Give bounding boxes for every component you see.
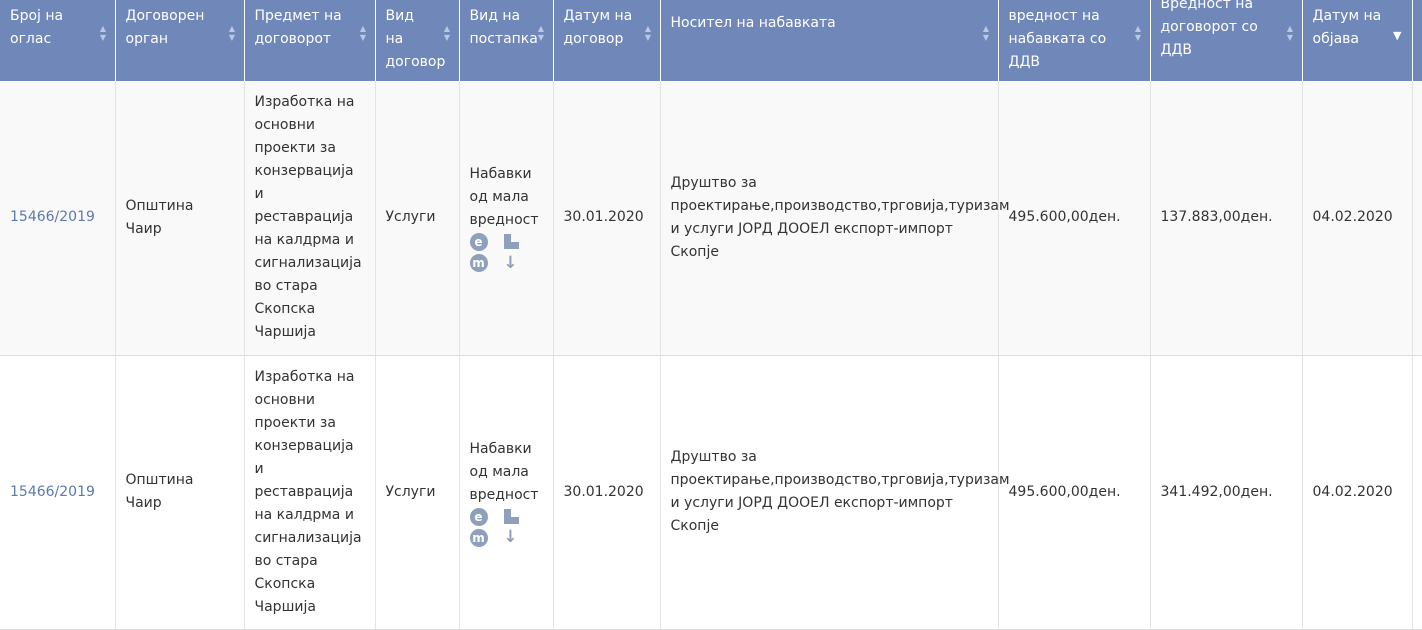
col-header-number-label: Број на оглас (10, 8, 64, 47)
sort-icon[interactable]: ▲ ▼ (99, 24, 108, 42)
cell-number: 15466/2019 (0, 81, 116, 356)
sort-desc-icon[interactable]: ▼ (1393, 24, 1401, 47)
e-icon[interactable]: e (469, 507, 488, 526)
table-row: 15466/2019 Општина Чаир Изработка на осн… (0, 81, 1422, 356)
col-header-authority[interactable]: Договорен орган ▲ ▼ (115, 0, 245, 81)
cell-publish-date: 04.02.2020 (1302, 81, 1413, 356)
col-header-contract-type-label: Вид на договор (385, 8, 446, 70)
m-icon[interactable]: m (469, 254, 488, 273)
sort-icon[interactable]: ▲ ▼ (359, 24, 368, 42)
download-icon[interactable]: ↓ (502, 527, 520, 547)
cell-contract-date: 30.01.2020 (553, 81, 661, 356)
col-header-contract-value-label: Вредност на договорот со ДДВ (1160, 0, 1258, 58)
sort-icon[interactable]: ▲ ▼ (228, 24, 237, 42)
cell-procedure: Набавки од мала вредност e m ↓ (459, 81, 554, 356)
e-icon[interactable]: e (469, 233, 488, 252)
cell-supplier: Друштво за проектирање,производство,трго… (660, 81, 1010, 356)
cell-contract-type: Услуги (375, 81, 460, 356)
cell-supplier: Друштво за проектирање,производство,трго… (660, 355, 1010, 630)
procedure-label: Набавки од мала вредност (469, 440, 539, 503)
col-header-subject-label: Предмет на договорот (254, 8, 342, 47)
col-header-supplier-label: Носител на набавката (670, 15, 836, 31)
download-icon[interactable]: ↓ (502, 253, 520, 273)
procedure-icons: e m ↓ (469, 507, 543, 547)
corner-icon[interactable] (502, 233, 520, 251)
procedure-icons: e m ↓ (469, 233, 543, 273)
col-header-publish-date[interactable]: Датум на објава ▼ (1302, 0, 1413, 81)
cell-extra (1412, 355, 1422, 630)
col-header-estimated-value-label: вредност на набавката со ДДВ (1008, 8, 1107, 70)
cell-publish-date: 04.02.2020 (1302, 355, 1413, 630)
col-header-procedure[interactable]: Вид на постапка ▲ ▼ (459, 0, 554, 81)
table-header-row: Број на оглас ▲ ▼ Договорен орган ▲ ▼ Пред… (0, 0, 1422, 81)
col-header-contract-type[interactable]: Вид на договор ▲ ▼ (375, 0, 460, 81)
col-header-estimated-value[interactable]: вредност на набавката со ДДВ ▲ ▼ (998, 0, 1151, 81)
col-header-extra (1412, 0, 1422, 81)
col-header-contract-date[interactable]: Датум на договор ▲ ▼ (553, 0, 661, 81)
col-header-contract-date-label: Датум на договор (563, 8, 633, 47)
table-row: 15466/2019 Општина Чаир Изработка на осн… (0, 355, 1422, 630)
corner-icon[interactable] (502, 508, 520, 526)
col-header-procedure-label: Вид на постапка (469, 8, 538, 47)
cell-contract-value: 137.883,00ден. (1150, 81, 1303, 356)
tender-number-link[interactable]: 15466/2019 (10, 484, 95, 500)
sort-icon[interactable]: ▲ ▼ (1134, 24, 1143, 42)
cell-contract-type: Услуги (375, 355, 460, 630)
cell-procedure: Набавки од мала вредност e m ↓ (459, 355, 554, 630)
cell-authority: Општина Чаир (115, 81, 245, 356)
cell-subject: Изработка на основни проекти за конзерва… (244, 81, 376, 356)
cell-contract-date: 30.01.2020 (553, 355, 661, 630)
col-header-publish-date-label: Датум на објава (1312, 8, 1382, 47)
m-icon[interactable]: m (469, 528, 488, 547)
col-header-subject[interactable]: Предмет на договорот ▲ ▼ (244, 0, 376, 81)
cell-estimated-value: 495.600,00ден. (998, 81, 1151, 356)
cell-subject: Изработка на основни проекти за конзерва… (244, 355, 376, 630)
col-header-supplier[interactable]: Носител на набавката ▲ ▼ (660, 0, 999, 81)
cell-number: 15466/2019 (0, 355, 116, 630)
col-header-contract-value[interactable]: Вредност на договорот со ДДВ ▲ ▼ (1150, 0, 1303, 81)
col-header-number[interactable]: Број на оглас ▲ ▼ (0, 0, 116, 81)
sort-icon[interactable]: ▲ ▼ (1286, 24, 1295, 42)
cell-contract-value: 341.492,00ден. (1150, 355, 1303, 630)
tenders-table: Број на оглас ▲ ▼ Договорен орган ▲ ▼ Пред… (0, 0, 1422, 630)
tender-number-link[interactable]: 15466/2019 (10, 209, 95, 225)
sort-icon[interactable]: ▲ ▼ (443, 24, 452, 42)
cell-extra (1412, 81, 1422, 356)
sort-icon[interactable]: ▲ ▼ (982, 24, 991, 42)
cell-estimated-value: 495.600,00ден. (998, 355, 1151, 630)
sort-icon[interactable]: ▲ ▼ (537, 24, 546, 42)
cell-authority: Општина Чаир (115, 355, 245, 630)
procedure-label: Набавки од мала вредност (469, 166, 539, 229)
sort-icon[interactable]: ▲ ▼ (644, 24, 653, 42)
col-header-authority-label: Договорен орган (125, 8, 205, 47)
